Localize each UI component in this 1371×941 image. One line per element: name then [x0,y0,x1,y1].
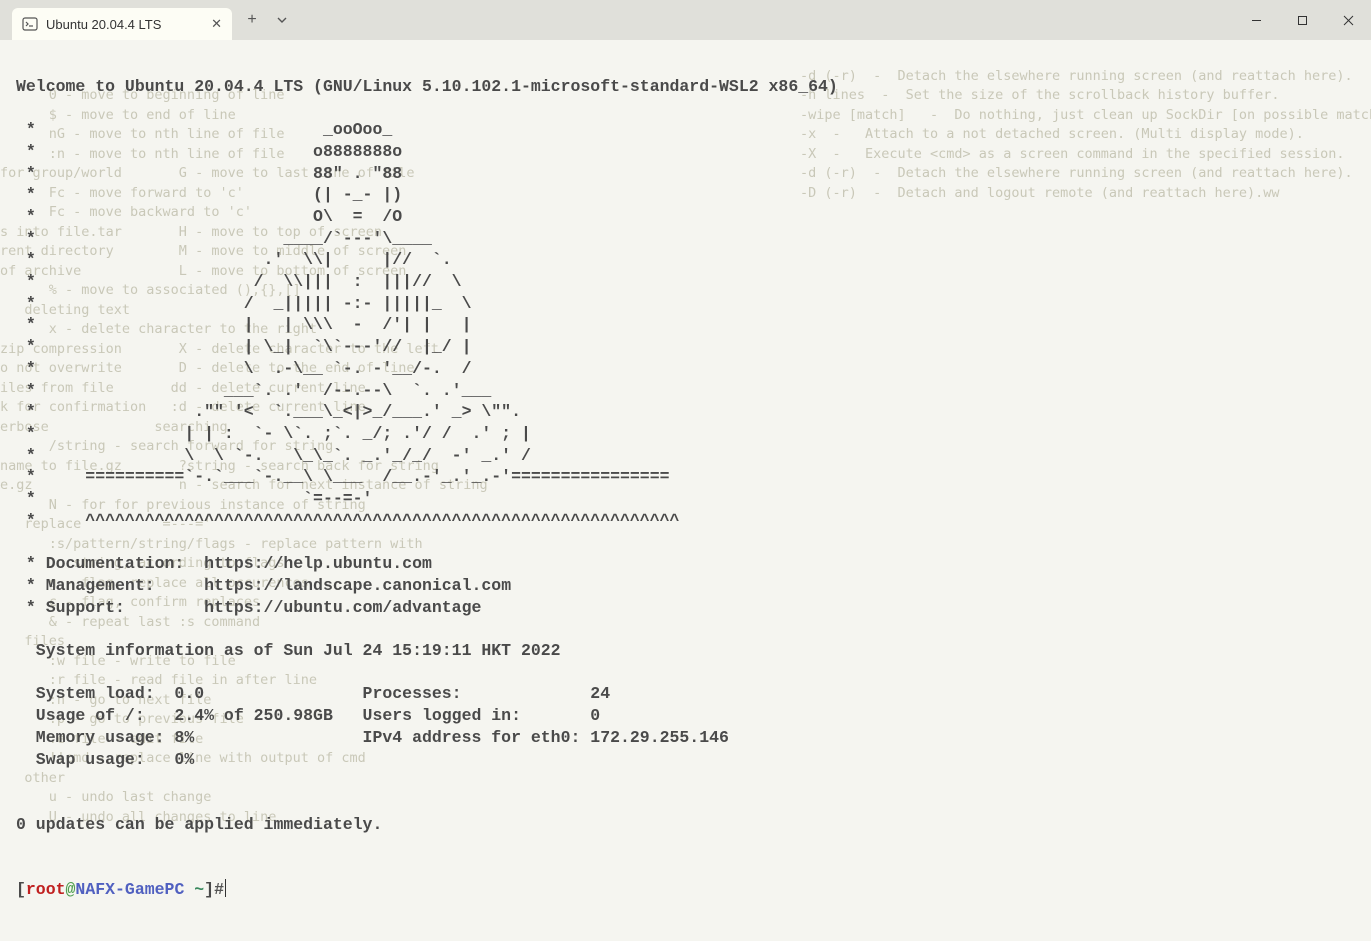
terminal-icon [22,16,38,32]
prompt-symbol: # [214,880,224,899]
welcome-line: Welcome to Ubuntu 20.04.4 LTS (GNU/Linux… [16,77,838,96]
sup-label: * Support: [16,598,204,617]
prompt-close: ] [204,880,214,899]
prompt-open: [ [16,880,26,899]
close-icon [1343,15,1354,26]
sup-url: https://ubuntu.com/advantage [204,598,481,617]
titlebar: Ubuntu 20.04.4 LTS ✕ + [0,0,1371,40]
terminal-body[interactable]: Welcome to Ubuntu 20.04.4 LTS (GNU/Linux… [0,40,1371,936]
stats-line1: System load: 0.0 Processes: 24 [16,684,610,703]
stats-line2: Usage of /: 2.4% of 250.98GB Users logge… [16,706,600,725]
cursor [225,879,226,897]
stats-line3: Memory usage: 8% IPv4 address for eth0: … [16,728,729,747]
sysinfo-header: System information as of Sun Jul 24 15:1… [16,641,561,660]
prompt-user: root [26,880,66,899]
prompt-path: ~ [184,880,204,899]
maximize-icon [1297,15,1308,26]
tab-close-button[interactable]: ✕ [211,16,222,32]
minimize-button[interactable] [1233,0,1279,40]
doc-url: https://help.ubuntu.com [204,554,432,573]
prompt-at: @ [66,880,76,899]
tab-ubuntu[interactable]: Ubuntu 20.04.4 LTS ✕ [12,8,232,40]
updates-line: 0 updates can be applied immediately. [16,815,382,834]
chevron-down-icon [277,17,287,23]
terminal-output: Welcome to Ubuntu 20.04.4 LTS (GNU/Linux… [16,76,1355,901]
close-button[interactable] [1325,0,1371,40]
maximize-button[interactable] [1279,0,1325,40]
new-tab-button[interactable]: + [236,4,268,36]
tab-title: Ubuntu 20.04.4 LTS [46,17,161,32]
stats-line4: Swap usage: 0% [16,750,194,769]
mgmt-label: * Management: [16,576,204,595]
prompt-host: NAFX-GamePC [75,880,184,899]
mgmt-url: https://landscape.canonical.com [204,576,511,595]
window-controls [1233,0,1371,40]
tab-dropdown-button[interactable] [268,6,296,34]
minimize-icon [1251,15,1262,26]
ascii-art: * _ooOoo_ * o8888888o * 88" . "88 * (| -… [16,120,679,530]
prompt: [root@NAFX-GamePC ~]# [16,880,226,899]
doc-label: * Documentation: [16,554,204,573]
